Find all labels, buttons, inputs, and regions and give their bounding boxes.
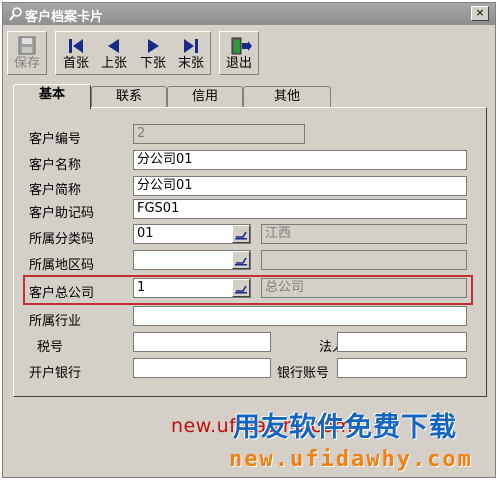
lookup-icon xyxy=(235,285,247,294)
window-title: 客户档案卡片 xyxy=(25,10,104,25)
last-icon xyxy=(184,39,198,53)
region-code-label: 所属地区码 xyxy=(29,258,95,273)
legal-person-field[interactable] xyxy=(337,332,467,352)
head-company-lookup-button[interactable] xyxy=(232,279,250,297)
mnemonic-label: 客户助记码 xyxy=(29,206,95,221)
first-record-label: 首张 xyxy=(62,56,89,71)
save-button[interactable]: 保存 xyxy=(9,32,45,74)
tab-credit[interactable]: 信用 xyxy=(167,86,243,108)
customer-code-field: 2 xyxy=(133,124,305,144)
bank-account-label: 银行账号 xyxy=(277,366,330,381)
floppy-disk-icon xyxy=(18,36,36,55)
tab-other[interactable]: 其他 xyxy=(243,86,331,108)
last-record-label: 末张 xyxy=(177,56,204,71)
exit-label: 退出 xyxy=(225,56,252,71)
previous-record-label: 上张 xyxy=(100,56,127,71)
customer-name-field[interactable]: 分公司01 xyxy=(133,150,467,170)
exit-door-icon xyxy=(231,37,252,55)
bank-account-field[interactable] xyxy=(337,358,467,378)
search-icon xyxy=(9,7,22,21)
mnemonic-field[interactable]: FGS01 xyxy=(133,199,467,219)
watermark: new.ufidawhy.com 用友软件免费下载 new.ufidawhy.c… xyxy=(171,401,500,481)
close-icon: × xyxy=(475,6,485,19)
category-lookup-button[interactable] xyxy=(232,225,250,243)
tab-contact[interactable]: 联系 xyxy=(91,86,167,108)
title-bar[interactable]: 客户档案卡片 × xyxy=(3,3,495,25)
industry-field[interactable] xyxy=(133,306,467,326)
tab-basic[interactable]: 基本 xyxy=(13,84,91,109)
industry-label: 所属行业 xyxy=(29,314,82,329)
lookup-icon xyxy=(235,231,247,240)
watermark-url-orange: new.ufidawhy.com xyxy=(229,447,473,472)
lookup-icon xyxy=(235,257,247,266)
toolbar: 保存 首张 上张 下张 末张 退出 xyxy=(3,28,495,76)
last-record-button[interactable]: 末张 xyxy=(172,32,210,74)
customer-short-name-label: 客户简称 xyxy=(29,183,82,198)
tax-number-field[interactable] xyxy=(133,332,271,352)
head-company-description: 总公司 xyxy=(261,278,467,298)
category-code-label: 所属分类码 xyxy=(29,232,95,247)
exit-button[interactable]: 退出 xyxy=(221,32,257,74)
tax-number-label: 税号 xyxy=(37,340,64,355)
save-label: 保存 xyxy=(13,56,40,71)
bank-field[interactable] xyxy=(133,358,271,378)
next-record-label: 下张 xyxy=(139,56,166,71)
head-company-label: 客户总公司 xyxy=(29,286,95,301)
next-record-button[interactable]: 下张 xyxy=(134,32,172,74)
previous-icon xyxy=(108,39,119,53)
watermark-title: 用友软件免费下载 xyxy=(233,412,457,443)
customer-short-name-field[interactable]: 分公司01 xyxy=(133,176,467,196)
close-button[interactable]: × xyxy=(471,6,489,21)
region-lookup-button[interactable] xyxy=(232,251,250,269)
customer-code-label: 客户编号 xyxy=(29,132,82,147)
category-description: 江西 xyxy=(261,224,467,244)
first-icon xyxy=(69,39,83,53)
customer-name-label: 客户名称 xyxy=(29,158,82,173)
next-icon xyxy=(148,39,159,53)
region-description xyxy=(261,250,467,270)
customer-card-window: 客户档案卡片 × 保存 首张 上张 下张 末张 退出 基本 联系 信用 其他 客… xyxy=(2,2,496,478)
previous-record-button[interactable]: 上张 xyxy=(95,32,133,74)
first-record-button[interactable]: 首张 xyxy=(57,32,95,74)
bank-label: 开户银行 xyxy=(29,366,82,381)
